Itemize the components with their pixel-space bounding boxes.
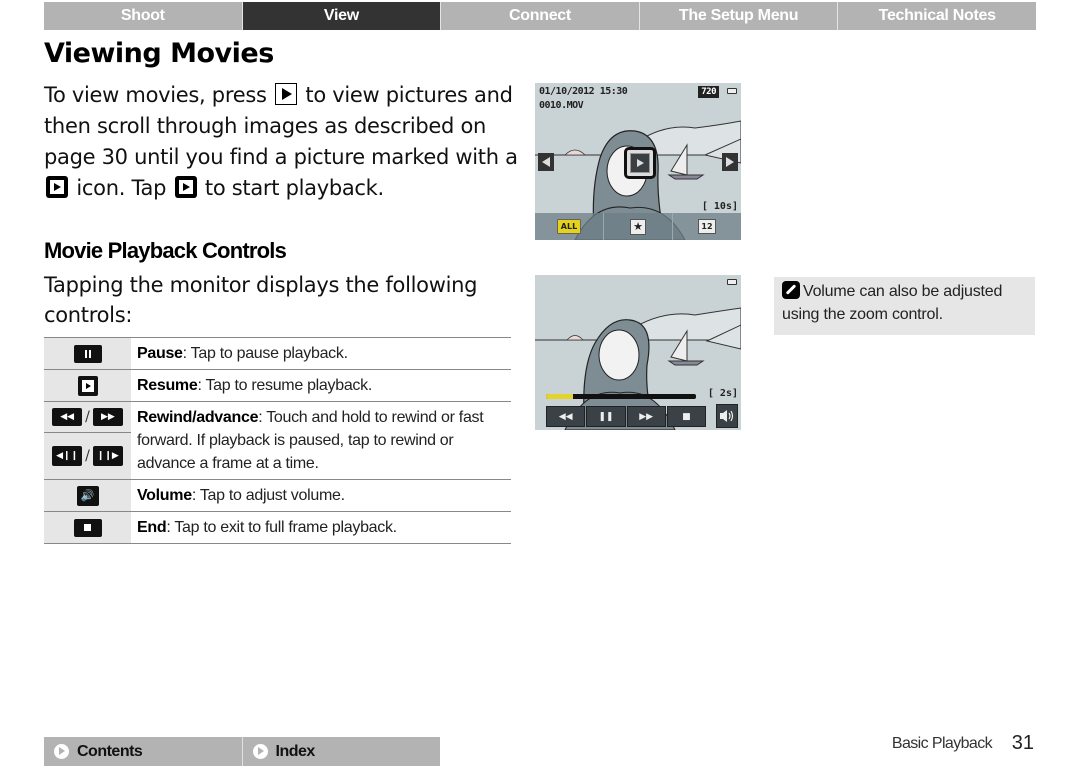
controls-table: Pause: Tap to pause playback. Resume: Ta… <box>44 337 511 544</box>
resume-icon <box>77 375 98 396</box>
footer-section-name: Basic Playback <box>891 735 993 752</box>
section-title: Movie Playback Controls <box>44 238 287 263</box>
intro-text-4: to start playback. <box>204 176 384 200</box>
table-row: End: Tap to exit to full frame playback. <box>44 512 511 544</box>
table-row: Pause: Tap to pause playback. <box>44 338 511 370</box>
screen-datetime: 01/10/2012 15:30 <box>539 86 628 97</box>
control-description: Rewind/advance: Touch and hold to rewind… <box>131 402 511 479</box>
playback-progress-bar <box>546 394 696 399</box>
intro-paragraph: To view movies, press to view pictures a… <box>44 80 524 204</box>
control-name: Rewind/advance <box>137 409 259 426</box>
icon-cell <box>44 338 131 369</box>
movie-icon <box>174 176 197 198</box>
control-name: Pause <box>137 345 183 362</box>
playback-button-icon <box>275 83 297 105</box>
tab-connect[interactable]: Connect <box>441 2 640 30</box>
camera-screen-movie-playback: [ 2s] ◀◀ ❚❚ ▶▶ ■ <box>535 275 741 430</box>
table-row: ◀◀ / ▶▶ ◀❙❙ / ❙❙▶ Rewind/advance: Touch … <box>44 402 511 480</box>
icon-cell: 🔊 <box>44 480 131 511</box>
rewind-icon: ◀◀ <box>52 408 83 426</box>
progress-fill <box>546 394 573 399</box>
top-nav: Shoot View Connect The Setup Menu Techni… <box>44 2 1036 30</box>
section-intro: Tapping the monitor displays the followi… <box>44 273 478 327</box>
movie-duration: [ 10s] <box>701 201 738 212</box>
contents-label: Contents <box>77 742 143 760</box>
control-description: Resume: Tap to resume playback. <box>131 370 511 401</box>
index-link[interactable]: Index <box>242 737 440 766</box>
frame-forward-icon: ❙❙▶ <box>92 446 123 466</box>
rewind-advance-icons: ◀◀ / ▶▶ <box>52 402 123 432</box>
speaker-icon <box>720 410 734 422</box>
star-icon: ★ <box>630 218 646 235</box>
movie-play-button[interactable] <box>624 147 656 179</box>
control-desc-text: : Tap to adjust volume. <box>191 487 345 504</box>
advance-icon: ▶▶ <box>92 408 123 426</box>
rewind-button[interactable]: ◀◀ <box>546 406 586 427</box>
tab-setup-menu[interactable]: The Setup Menu <box>639 2 839 30</box>
stop-icon <box>73 518 102 537</box>
note-text: Volume can also be adjusted using the zo… <box>782 283 1003 323</box>
pause-button[interactable]: ❚❚ <box>586 406 626 427</box>
control-name: Volume <box>137 487 192 504</box>
footer-nav: Contents Index <box>44 737 440 766</box>
note-box: Volume can also be adjusted using the zo… <box>774 277 1035 335</box>
arrow-right-circle-icon <box>54 744 69 759</box>
contents-link[interactable]: Contents <box>44 737 243 766</box>
control-desc-text: : Tap to resume playback. <box>197 377 372 394</box>
icon-cell: ◀◀ / ▶▶ ◀❙❙ / ❙❙▶ <box>44 402 131 479</box>
thumbnail-cell[interactable]: 12 <box>673 213 741 240</box>
frame-step-icons: ◀❙❙ / ❙❙▶ <box>52 433 123 479</box>
control-description: End: Tap to exit to full frame playback. <box>131 512 511 543</box>
tab-shoot[interactable]: Shoot <box>44 2 243 30</box>
icon-cell <box>44 370 131 401</box>
advance-button[interactable]: ▶▶ <box>626 406 666 427</box>
movie-icon <box>46 176 68 198</box>
control-name: Resume <box>137 377 198 394</box>
all-filter-icon: ALL <box>556 219 582 234</box>
intro-text-3: icon. Tap <box>76 176 167 200</box>
frame-back-icon: ◀❙❙ <box>52 446 83 466</box>
next-image-arrow-icon[interactable] <box>722 153 738 171</box>
screen-bottom-bar: ALL ★ 12 <box>535 213 741 240</box>
battery-icon <box>727 88 737 94</box>
tab-view[interactable]: View <box>242 2 442 30</box>
pencil-note-icon <box>782 281 800 299</box>
control-description: Pause: Tap to pause playback. <box>131 338 511 369</box>
control-desc-text: : Tap to pause playback. <box>182 345 348 362</box>
movie-duration: [ 2s] <box>707 388 738 399</box>
pause-icon <box>73 344 102 363</box>
separator: / <box>85 448 90 464</box>
control-desc-text: : Tap to exit to full frame playback. <box>166 519 397 536</box>
stop-button[interactable]: ■ <box>666 406 706 427</box>
icon-cell <box>44 512 131 543</box>
all-filter-cell[interactable]: ALL <box>535 213 604 240</box>
index-label: Index <box>275 742 316 760</box>
previous-image-arrow-icon[interactable] <box>538 153 554 171</box>
separator: / <box>85 409 90 425</box>
intro-text-1: To view movies, press <box>44 83 267 107</box>
playback-controls-bar: ◀◀ ❚❚ ▶▶ ■ <box>546 406 706 427</box>
volume-button[interactable] <box>716 404 738 428</box>
control-name: End <box>137 519 167 536</box>
arrow-right-circle-icon <box>252 744 268 759</box>
resolution-badge: 720 <box>698 86 719 98</box>
favorite-cell[interactable]: ★ <box>604 213 673 240</box>
screen-filename: 0010.MOV <box>539 100 584 111</box>
volume-icon: 🔊 <box>76 485 99 506</box>
thumbnail-grid-icon: 12 <box>698 219 716 234</box>
page-title: Viewing Movies <box>44 38 274 69</box>
table-row: Resume: Tap to resume playback. <box>44 370 511 402</box>
battery-icon <box>727 279 737 285</box>
table-row: 🔊 Volume: Tap to adjust volume. <box>44 480 511 512</box>
page-number: 31 <box>1011 732 1034 754</box>
control-description: Volume: Tap to adjust volume. <box>131 480 511 511</box>
tab-technical-notes[interactable]: Technical Notes <box>838 2 1036 30</box>
camera-screen-full-frame: 01/10/2012 15:30 0010.MOV 720 [ 10s] ALL… <box>535 83 741 240</box>
play-icon <box>630 153 650 173</box>
